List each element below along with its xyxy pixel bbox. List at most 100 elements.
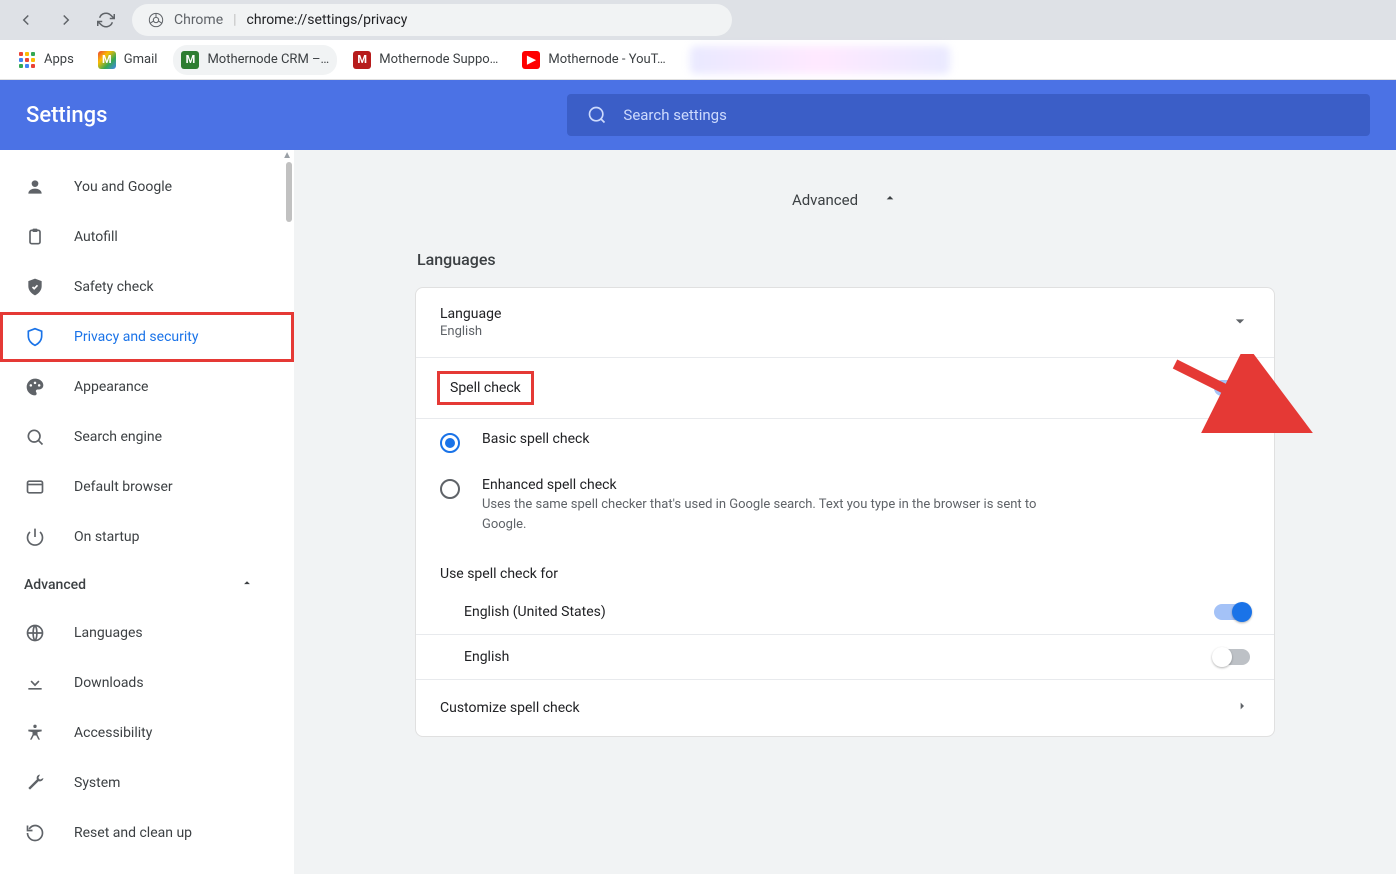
bookmark-label: Apps (44, 52, 74, 67)
globe-icon (24, 622, 46, 644)
forward-button[interactable] (52, 6, 80, 34)
search-icon (24, 426, 46, 448)
radio-basic[interactable] (440, 433, 460, 453)
sidebar-item-default-browser[interactable]: Default browser (0, 462, 294, 512)
spell-lang-name: English (464, 649, 509, 665)
sidebar-item-label: Downloads (74, 675, 144, 691)
search-placeholder: Search settings (623, 106, 726, 124)
mothernode-support-icon: M (353, 51, 371, 69)
sidebar-scrollbar[interactable]: ▲ (282, 150, 294, 874)
sidebar-item-label: Privacy and security (74, 329, 198, 345)
spell-check-label: Spell check (440, 374, 531, 402)
sidebar-item-label: Accessibility (74, 725, 152, 741)
sidebar-item-label: You and Google (74, 179, 172, 195)
bookmark-mothernode-support[interactable]: M Mothernode Suppo… (345, 45, 506, 75)
bookmark-label: Mothernode Suppo… (379, 52, 498, 67)
back-button[interactable] (12, 6, 40, 34)
chevron-down-icon (1230, 311, 1250, 335)
search-settings-input[interactable]: Search settings (567, 94, 1370, 136)
spell-lang-toggle-en-us[interactable] (1214, 604, 1250, 620)
sidebar-item-label: Search engine (74, 429, 162, 445)
person-icon (24, 176, 46, 198)
chevron-right-icon (1234, 698, 1250, 718)
enhanced-spell-check-option[interactable]: Enhanced spell check Uses the same spell… (416, 465, 1274, 546)
bookmark-mothernode-crm[interactable]: M Mothernode CRM –… (173, 45, 337, 75)
chevron-up-icon (882, 190, 898, 210)
sidebar-item-you-and-google[interactable]: You and Google (0, 162, 294, 212)
spell-lang-toggle-en[interactable] (1214, 649, 1250, 665)
bookmark-mothernode-youtube[interactable]: ▶ Mothernode - YouT… (514, 45, 673, 75)
settings-header: Settings Search settings (0, 80, 1396, 150)
palette-icon (24, 376, 46, 398)
section-title-languages: Languages (417, 250, 1275, 269)
search-icon (587, 105, 607, 125)
bookmark-label: Mothernode - YouT… (548, 52, 665, 67)
addr-prefix: Chrome (174, 12, 223, 28)
accessibility-icon (24, 722, 46, 744)
spell-lang-name: English (United States) (464, 604, 606, 620)
sidebar-item-label: Safety check (74, 279, 154, 295)
wrench-icon (24, 772, 46, 794)
sidebar-advanced-toggle[interactable]: Advanced (0, 562, 294, 608)
sidebar-item-label: Languages (74, 625, 143, 641)
bookmark-label: Mothernode CRM –… (207, 52, 329, 67)
sidebar-item-accessibility[interactable]: Accessibility (0, 708, 294, 758)
blurred-bookmarks (690, 46, 950, 74)
bookmark-apps[interactable]: Apps (10, 45, 82, 75)
shield-check-icon (24, 276, 46, 298)
language-row-title: Language (440, 306, 501, 322)
reload-button[interactable] (92, 6, 120, 34)
sidebar-item-languages[interactable]: Languages (0, 608, 294, 658)
apps-grid-icon (18, 51, 36, 69)
chevron-up-icon (240, 576, 254, 594)
sidebar-item-search-engine[interactable]: Search engine (0, 412, 294, 462)
sidebar-item-privacy-security[interactable]: Privacy and security (0, 312, 294, 362)
spell-lang-row-en: English (416, 635, 1274, 680)
sidebar-item-reset[interactable]: Reset and clean up (0, 808, 294, 858)
spell-lang-row-en-us: English (United States) (416, 590, 1274, 635)
radio-enhanced[interactable] (440, 479, 460, 499)
basic-spell-label: Basic spell check (482, 431, 589, 447)
sidebar-item-label: System (74, 775, 120, 791)
sidebar-item-label: On startup (74, 529, 140, 545)
sidebar-item-safety-check[interactable]: Safety check (0, 262, 294, 312)
sidebar-advanced-label: Advanced (24, 577, 86, 593)
chrome-icon (148, 12, 164, 28)
language-row-sub: English (440, 324, 501, 339)
enhanced-spell-label: Enhanced spell check (482, 477, 1042, 493)
settings-sidebar: ▲ You and Google Autofill Safety check P… (0, 150, 294, 874)
sidebar-item-system[interactable]: System (0, 758, 294, 808)
power-icon (24, 526, 46, 548)
youtube-icon: ▶ (522, 51, 540, 69)
use-spell-check-for-label: Use spell check for (416, 546, 1274, 590)
browser-icon (24, 476, 46, 498)
advanced-section-toggle[interactable]: Advanced (415, 190, 1275, 210)
sidebar-item-downloads[interactable]: Downloads (0, 658, 294, 708)
restore-icon (24, 822, 46, 844)
page-title: Settings (26, 103, 107, 128)
sidebar-item-appearance[interactable]: Appearance (0, 362, 294, 412)
spell-check-toggle[interactable] (1214, 380, 1250, 396)
languages-card: Language English Spell check Basic spell… (415, 287, 1275, 737)
bookmark-gmail[interactable]: M Gmail (90, 45, 166, 75)
customize-spell-label: Customize spell check (440, 700, 580, 716)
sidebar-item-on-startup[interactable]: On startup (0, 512, 294, 562)
enhanced-spell-sub: Uses the same spell checker that's used … (482, 495, 1042, 534)
customize-spell-check-row[interactable]: Customize spell check (416, 680, 1274, 736)
language-expand-row[interactable]: Language English (416, 288, 1274, 358)
clipboard-icon (24, 226, 46, 248)
download-icon (24, 672, 46, 694)
mothernode-crm-icon: M (181, 51, 199, 69)
shield-icon (24, 326, 46, 348)
sidebar-item-label: Reset and clean up (74, 825, 192, 841)
bookmarks-bar: Apps M Gmail M Mothernode CRM –… M Mothe… (0, 40, 1396, 80)
main-panel: Advanced Languages Language English Spel… (294, 150, 1396, 874)
addr-url: chrome://settings/privacy (247, 12, 408, 28)
address-bar[interactable]: Chrome | chrome://settings/privacy (132, 4, 732, 36)
sidebar-item-label: Autofill (74, 229, 118, 245)
gmail-icon: M (98, 51, 116, 69)
basic-spell-check-option[interactable]: Basic spell check (416, 419, 1274, 465)
addr-separator: | (233, 12, 236, 28)
sidebar-item-label: Appearance (74, 379, 148, 395)
sidebar-item-autofill[interactable]: Autofill (0, 212, 294, 262)
